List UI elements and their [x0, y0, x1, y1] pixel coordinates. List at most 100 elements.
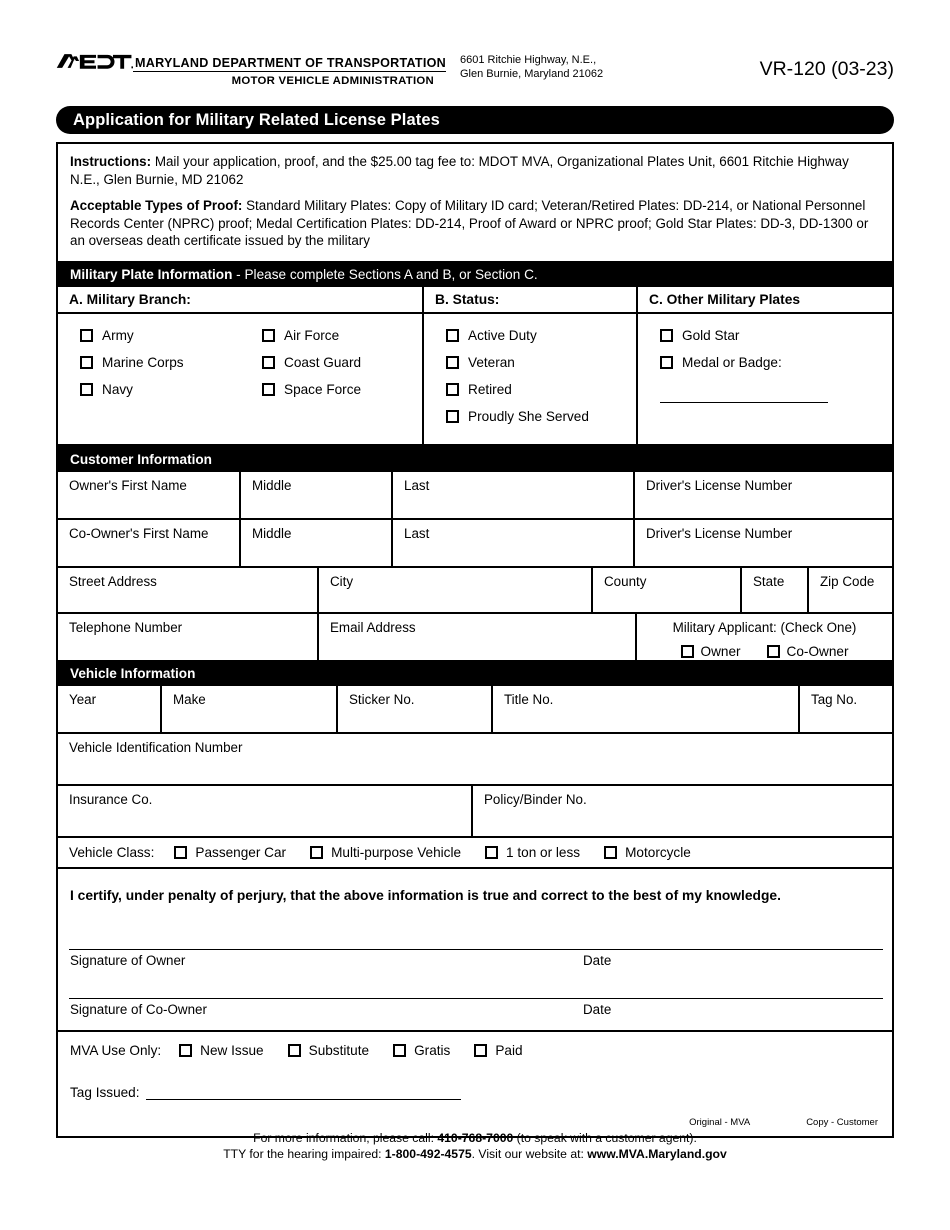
- insurance-company-field[interactable]: Insurance Co.: [58, 785, 473, 838]
- checkbox-active-duty[interactable]: [446, 329, 459, 342]
- checkbox-row-new-issue[interactable]: New Issue: [179, 1043, 264, 1058]
- branch-column-2: Air Force Coast Guard Space Force: [240, 328, 422, 409]
- checkbox-row-navy[interactable]: Navy: [80, 382, 240, 398]
- owner-first-name-field[interactable]: Owner's First Name: [58, 471, 241, 520]
- vehicle-details-row: Year Make Sticker No. Title No. Tag No.: [58, 685, 892, 734]
- checkbox-medal-or-badge[interactable]: [660, 356, 673, 369]
- checkbox-row-active-duty[interactable]: Active Duty: [446, 328, 636, 344]
- title-number-field[interactable]: Title No.: [493, 685, 800, 734]
- instructions-paragraph-2: Acceptable Types of Proof: Standard Mili…: [70, 197, 880, 250]
- checkbox-passenger-car[interactable]: [174, 845, 188, 859]
- checkbox-air-force[interactable]: [262, 329, 275, 342]
- coowner-date-label: Date: [583, 1001, 612, 1017]
- checkbox-row-gold-star[interactable]: Gold Star: [660, 328, 892, 344]
- checkbox-row-coast-guard[interactable]: Coast Guard: [262, 355, 422, 371]
- checkbox-army[interactable]: [80, 329, 93, 342]
- checkbox-coast-guard[interactable]: [262, 356, 275, 369]
- tag-number-field[interactable]: Tag No.: [800, 686, 892, 734]
- form-number: VR-120 (03-23): [759, 58, 894, 80]
- policy-binder-number-field[interactable]: Policy/Binder No.: [473, 786, 892, 838]
- sticker-number-field[interactable]: Sticker No.: [338, 685, 493, 734]
- form-page: MARYLAND DEPARTMENT OF TRANSPORTATION MO…: [0, 0, 950, 1230]
- coowner-license-number-field[interactable]: Driver's License Number: [635, 520, 892, 568]
- city-field[interactable]: City: [319, 567, 593, 614]
- zip-code-field[interactable]: Zip Code: [809, 568, 892, 614]
- footer-call-suffix: (to speak with a customer agent).: [513, 1131, 697, 1145]
- medal-or-badge-input[interactable]: [660, 387, 828, 403]
- vin-field[interactable]: Vehicle Identification Number: [58, 734, 892, 786]
- checkbox-new-issue[interactable]: [179, 1043, 193, 1057]
- checkbox-gratis[interactable]: [393, 1043, 407, 1057]
- military-plate-bodies: Army Marine Corps Navy Air Force Coast G…: [58, 313, 892, 446]
- vehicle-year-field[interactable]: Year: [58, 685, 162, 734]
- county-field[interactable]: County: [593, 567, 742, 614]
- owner-license-number-field[interactable]: Driver's License Number: [635, 472, 892, 520]
- checkbox-row-gratis[interactable]: Gratis: [393, 1043, 450, 1058]
- checkbox-substitute[interactable]: [287, 1043, 301, 1057]
- agency-name-line2: MOTOR VEHICLE ADMINISTRATION: [231, 75, 434, 87]
- checkbox-row-marine-corps[interactable]: Marine Corps: [80, 355, 240, 371]
- checkbox-paid[interactable]: [474, 1043, 488, 1057]
- tag-issued-input[interactable]: [145, 1086, 461, 1100]
- label-marine-corps: Marine Corps: [102, 354, 184, 370]
- checkbox-row-passenger-car[interactable]: Passenger Car: [174, 845, 286, 860]
- coowner-last-name-field[interactable]: Last: [393, 519, 635, 568]
- checkbox-gold-star[interactable]: [660, 329, 673, 342]
- checkbox-veteran[interactable]: [446, 356, 459, 369]
- checkbox-multi-purpose-vehicle[interactable]: [310, 845, 324, 859]
- section-a-body: Army Marine Corps Navy Air Force Coast G…: [58, 313, 424, 446]
- checkbox-row-veteran[interactable]: Veteran: [446, 355, 636, 371]
- checkbox-row-retired[interactable]: Retired: [446, 382, 636, 398]
- checkbox-row-space-force[interactable]: Space Force: [262, 382, 422, 398]
- coowner-first-name-field[interactable]: Co-Owner's First Name: [58, 519, 241, 568]
- checkbox-one-ton-or-less[interactable]: [485, 845, 499, 859]
- section-header-military-plate: Military Plate Information - Please comp…: [58, 262, 892, 287]
- checkbox-row-paid[interactable]: Paid: [474, 1043, 523, 1058]
- checkbox-row-substitute[interactable]: Substitute: [287, 1042, 370, 1058]
- checkbox-retired[interactable]: [446, 383, 459, 396]
- owner-name-row: Owner's First Name Middle Last Driver's …: [58, 471, 892, 520]
- street-address-field[interactable]: Street Address: [58, 567, 319, 614]
- label-substitute: Substitute: [308, 1042, 370, 1058]
- state-field[interactable]: State: [742, 567, 809, 614]
- tag-issued-label: Tag Issued:: [70, 1084, 140, 1100]
- checkbox-row-medal-or-badge[interactable]: Medal or Badge:: [660, 355, 892, 371]
- proof-label: Acceptable Types of Proof:: [70, 198, 243, 213]
- email-address-field[interactable]: Email Address: [319, 613, 637, 662]
- coowner-middle-name-field[interactable]: Middle: [241, 519, 393, 568]
- footer-phone-number: 410-768-7000: [437, 1131, 514, 1145]
- owner-middle-name-field[interactable]: Middle: [241, 471, 393, 520]
- checkbox-motorcycle[interactable]: [604, 845, 618, 859]
- address-line-1: 6601 Ritchie Highway, N.E.,: [460, 54, 597, 66]
- checkbox-row-air-force[interactable]: Air Force: [262, 328, 422, 344]
- vehicle-make-field[interactable]: Make: [162, 685, 338, 734]
- telephone-number-field[interactable]: Telephone Number: [58, 613, 319, 662]
- checkbox-proudly-she-served[interactable]: [446, 410, 459, 423]
- label-motorcycle: Motorcycle: [625, 844, 691, 860]
- owner-last-name-field[interactable]: Last: [393, 471, 635, 520]
- label-gold-star: Gold Star: [682, 327, 740, 343]
- footer-tty-prefix: TTY for the hearing impaired:: [223, 1147, 385, 1161]
- military-plate-header-rest: - Please complete Sections A and B, or S…: [232, 266, 538, 282]
- section-c-title: C. Other Military Plates: [638, 287, 892, 314]
- label-coast-guard: Coast Guard: [284, 354, 362, 370]
- agency-address: 6601 Ritchie Highway, N.E., Glen Burnie,…: [460, 54, 603, 81]
- address-line-2: Glen Burnie, Maryland 21062: [460, 67, 604, 80]
- section-b-body: Active Duty Veteran Retired Proudly She …: [424, 313, 638, 446]
- checkbox-row-army[interactable]: Army: [80, 328, 240, 344]
- checkbox-row-proudly-she-served[interactable]: Proudly She Served: [446, 409, 636, 425]
- checkbox-applicant-coowner[interactable]: [766, 644, 780, 658]
- checkbox-row-motorcycle[interactable]: Motorcycle: [604, 845, 691, 860]
- military-plate-header-bold: Military Plate Information: [70, 266, 233, 282]
- checkbox-row-multi-purpose-vehicle[interactable]: Multi-purpose Vehicle: [310, 845, 461, 860]
- checkbox-applicant-owner[interactable]: [680, 644, 694, 658]
- copy-customer: Copy - Customer: [806, 1116, 878, 1128]
- label-space-force: Space Force: [284, 381, 362, 397]
- footer-website-url: www.MVA.Maryland.gov: [587, 1147, 727, 1161]
- checkbox-space-force[interactable]: [262, 383, 275, 396]
- instructions-paragraph-1: Instructions: Mail your application, pro…: [70, 153, 880, 188]
- checkbox-marine-corps[interactable]: [80, 356, 93, 369]
- military-applicant-group: Military Applicant: (Check One) Owner Co…: [637, 614, 892, 662]
- checkbox-row-one-ton-or-less[interactable]: 1 ton or less: [485, 845, 580, 860]
- checkbox-navy[interactable]: [80, 383, 93, 396]
